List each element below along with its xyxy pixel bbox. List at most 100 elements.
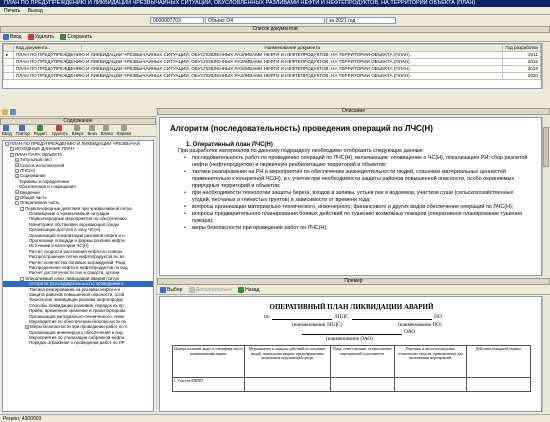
description-document: Алгоритм (последовательность) проведения… (159, 117, 542, 276)
documents-scrollbar[interactable] (542, 43, 548, 89)
tree-down-button[interactable]: Вниз (87, 125, 97, 136)
contents-toolbar: Ввод Повтор Редакт. Удалить Вверх Вниз В… (0, 125, 156, 137)
select-button[interactable]: Выбор (160, 286, 182, 294)
description-bullet: тактики реагирования на РН и мероприятия… (180, 169, 531, 190)
table-row[interactable]: ▸ ПЛАН ПО ПРЕДУПРЕЖДЕНИЮ И ЛИКВИДАЦИИ ЧРЕ… (3, 51, 541, 59)
tree-delete-button[interactable]: Удалить (52, 125, 68, 136)
leaf-icon (25, 304, 28, 308)
tree-item-label: Расчет количества боновых заграждений. Р… (29, 259, 126, 265)
expand-icon[interactable]: + (15, 163, 19, 168)
tree-add-button[interactable]: Ввод (2, 125, 12, 136)
leaf-icon (25, 320, 28, 324)
table-row[interactable]: ПЛАН ПО ПРЕДУПРЕЖДЕНИЮ И ЛИКВИДАЦИИ ЧРЕЗ… (3, 72, 541, 80)
plan-col: Перечень и места нахождения технических … (393, 345, 467, 378)
tree-item-label: Защита районов повышенной опасности, осо… (29, 291, 125, 297)
tree-up-button[interactable]: Вверх (72, 125, 83, 136)
tree-item-label: Оповещение о чрезвычайной ситуации (29, 211, 110, 217)
table-row[interactable]: ПЛАН ПО ПРЕДУПРЕЖДЕНИЮ И ЛИКВИДАЦИИ ЧРЕЗ… (3, 58, 541, 66)
collapse-icon[interactable]: - (20, 276, 24, 281)
refresh-icon[interactable] (10, 109, 17, 115)
documents-table-wrap: Код документа Наименование документа Год… (2, 43, 542, 89)
back-icon (238, 287, 245, 293)
example-toolbar: Выбор Дополнительно Назад (157, 286, 550, 295)
description-scroll-thumb[interactable] (543, 127, 549, 167)
add-document-button[interactable]: Ввод (3, 33, 22, 41)
collapse-icon[interactable]: - (10, 147, 14, 152)
col-year[interactable]: Год разработки (502, 44, 541, 52)
tree-item-label: Организация доступа в зону ЧС(Н) (29, 227, 101, 233)
example-document: ОПЕРАТИВНЫЙ ПЛАН ЛИКВИДАЦИИ АВАРИЙ по ЛП… (159, 296, 542, 412)
leaf-icon (25, 341, 28, 345)
tree-item-label: Оперативный план ликвидации аварий (ситу… (25, 275, 119, 281)
description-bullet: при необходимости технологии защиты бере… (180, 190, 531, 204)
tree-item-label: Расчет скорости растекания нефти по пове… (29, 248, 123, 254)
additional-button[interactable]: Дополнительно (188, 286, 232, 294)
tree-item-label: Источники и категории ЧС(Н) (29, 243, 89, 249)
leaf-icon (25, 223, 28, 227)
plan-col: Мероприятия и порядок действий по спасен… (243, 345, 331, 378)
expand-icon[interactable]: + (25, 325, 29, 330)
contents-header: Содержание (0, 118, 156, 125)
tree-right-button[interactable]: Вправо (117, 125, 131, 136)
tree-item-label: Организация локализации разливов нефти и… (29, 232, 125, 238)
collapse-icon[interactable]: - (5, 141, 9, 146)
expand-icon[interactable]: + (15, 168, 19, 173)
object-name: Объект О4 (205, 17, 325, 24)
description-intro: При разработке материалов по данному под… (178, 148, 425, 154)
menu-print[interactable]: Печать (4, 8, 20, 14)
expand-icon[interactable]: + (15, 190, 19, 195)
tree-left-button[interactable]: Влево (101, 125, 113, 136)
col-code[interactable]: Код документа (13, 44, 82, 52)
tree-item-label: Порядок отражения о проведении работ по … (29, 340, 125, 346)
tree-item-label: Организация инженерного обеспечения и во… (29, 329, 123, 335)
leaf-icon (25, 250, 28, 254)
tree-repeat-button[interactable]: Повтор (16, 125, 30, 136)
delete-document-button[interactable]: Удалить (27, 33, 54, 41)
expand-icon[interactable]: + (15, 195, 19, 200)
collapse-icon[interactable]: - (20, 206, 24, 211)
leaf-icon (25, 331, 28, 335)
tree-item-label: Меры безопасности при проведении работ п… (30, 324, 128, 330)
leaf-icon (25, 255, 28, 259)
tree-item-label: Оперативная часть (20, 200, 60, 206)
expand-icon[interactable]: + (15, 174, 19, 179)
tree-item-label: Мониторинг обстановки окружающей среды (29, 221, 119, 227)
tree-item-label: ПЛАН ПО ПРЕДУПРЕЖДЕНИЮ И ЛИКВИДАЦИИ ЧРЕЗ… (10, 141, 140, 146)
description-bullet: вопросы предварительного планирования бо… (180, 211, 531, 225)
tree-item-label: Способы ликвидации разливов, порядок их … (29, 302, 124, 308)
save-icon (60, 34, 67, 40)
collapse-icon[interactable]: - (10, 152, 14, 157)
window-title: ПЛАН ПО ПРЕДУПРЕЖДЕНИЮ И ЛИКВИДАЦИИ ЧРЕЗ… (0, 0, 550, 7)
folder-icon[interactable] (2, 109, 8, 115)
leaf-icon (25, 228, 28, 232)
save-document-button[interactable]: Сохранить (60, 33, 92, 41)
object-code: 0000007703 (150, 17, 204, 24)
description-scrollbar[interactable] (542, 117, 549, 276)
plan-col: Лица, ответственные за выполнение меропр… (329, 345, 395, 378)
tree-item[interactable]: Порядок отражения о проведении работ по … (3, 340, 153, 345)
tree-item-label: Общая часть (20, 194, 47, 200)
tree-item-label: ЛЧС(Н) (20, 167, 36, 173)
leaf-icon (25, 314, 28, 318)
leaf-icon (25, 244, 28, 248)
table-row[interactable]: ПЛАН ПО ПРЕДУПРЕЖДЕНИЮ И ЛИКВИДАЦИИ ЧРЕЗ… (3, 65, 541, 73)
tree-item-label: Мероприятия по утилизации собранной нефт… (29, 335, 125, 341)
back-button[interactable]: Назад (238, 286, 259, 294)
tree-item-label: Список исполнителей (20, 162, 65, 168)
tree-item-label: ИСХОДНЫЕ ДАННЫЕ ПЛАН (15, 146, 74, 152)
col-name[interactable]: Наименование документа (80, 44, 504, 52)
tree-edit-button[interactable]: Редакт. (34, 125, 48, 136)
plan-title: ОПЕРАТИВНЫЙ ПЛАН ЛИКВИДАЦИИ АВАРИЙ (269, 303, 434, 311)
tree-item-label: Распространение пятна нефтепродуктов по … (29, 254, 125, 260)
menu-exit[interactable]: Выход (28, 8, 43, 14)
tree-item-label: Первоочередные мероприятия по обеспечени… (29, 216, 127, 222)
contents-top-toolbar (0, 108, 156, 117)
documents-panel: Список документов Ввод Удалить Сохранить… (0, 26, 550, 108)
example-scrollbar[interactable] (542, 296, 549, 412)
expand-icon[interactable]: + (15, 158, 19, 163)
example-header: Пример (157, 278, 550, 285)
collapse-icon[interactable]: - (15, 201, 19, 206)
leaf-icon (25, 217, 28, 221)
tree-item-label: Тактика реагирования на разливы нефти и … (29, 286, 121, 292)
leaf-icon (25, 298, 28, 302)
